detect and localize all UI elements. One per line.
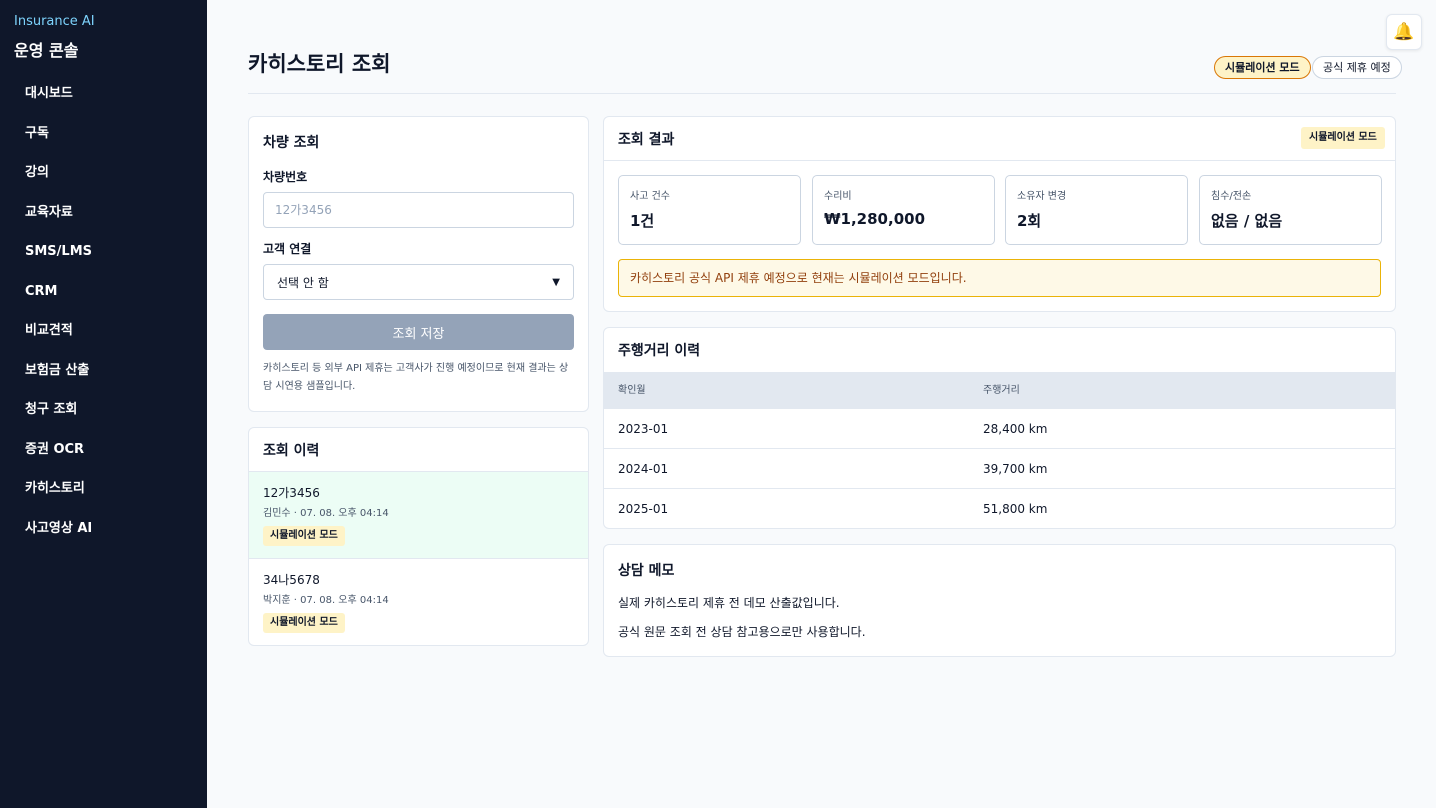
- history-item[interactable]: 34나5678 박지훈 · 07. 08. 오후 04:14 시뮬레이션 모드: [249, 558, 588, 645]
- history-mode-badge: 시뮬레이션 모드: [263, 613, 345, 633]
- consultation-memo-title: 상담 메모: [618, 563, 675, 579]
- sidebar-item-lectures[interactable]: 강의: [25, 164, 92, 204]
- cell-date: 2025-01: [618, 502, 669, 516]
- plate-number-label: 차량번호: [263, 170, 308, 184]
- stat-flood-total-loss: 침수/전손 없음 / 없음: [1199, 175, 1382, 245]
- stat-label: 사고 건수: [630, 191, 670, 202]
- sidebar-item-claim-calc[interactable]: 보험금 산출: [25, 362, 92, 402]
- history-plate: 34나5678: [263, 573, 320, 587]
- customer-link-label: 고객 연결: [263, 242, 312, 256]
- history-meta: 김민수 · 07. 08. 오후 04:14: [263, 508, 389, 519]
- history-item[interactable]: 12가3456 김민수 · 07. 08. 오후 04:14 시뮬레이션 모드: [249, 471, 588, 558]
- vehicle-lookup-card: 차량 조회 차량번호 고객 연결 선택 안 함 ▼ 조회 저장 카히스토리 등 …: [248, 116, 589, 412]
- sidebar-item-sms-lms[interactable]: SMS/LMS: [25, 243, 92, 283]
- history-plate: 12가3456: [263, 486, 320, 500]
- sidebar-item-subscription[interactable]: 구독: [25, 125, 92, 165]
- vehicle-lookup-title: 차량 조회: [263, 135, 320, 151]
- history-meta: 박지훈 · 07. 08. 오후 04:14: [263, 595, 389, 606]
- bell-icon: 🔔: [1393, 22, 1415, 42]
- stat-label: 침수/전손: [1211, 191, 1252, 202]
- save-lookup-button[interactable]: 조회 저장: [263, 314, 574, 350]
- brand-label: Insurance AI: [14, 14, 95, 29]
- sidebar-item-accident-video-ai[interactable]: 사고영상 AI: [25, 520, 92, 560]
- stat-value: 없음 / 없음: [1211, 212, 1283, 230]
- mileage-table-header: 확인월 주행거리: [604, 372, 1395, 409]
- stat-accident-count: 사고 건수 1건: [618, 175, 801, 245]
- stat-value: ₩1,280,000: [824, 210, 926, 228]
- notification-button[interactable]: 🔔: [1386, 14, 1422, 50]
- memo-line: 공식 원문 조회 전 상담 참고용으로만 사용합니다.: [618, 625, 866, 639]
- header-divider: [248, 93, 1396, 94]
- customer-select-value: 선택 안 함: [277, 275, 329, 290]
- column-header-mileage: 주행거리: [983, 385, 1020, 396]
- mileage-history-title: 주행거리 이력: [618, 343, 701, 359]
- stat-label: 수리비: [824, 191, 852, 202]
- cell-date: 2023-01: [618, 422, 669, 436]
- result-mode-badge: 시뮬레이션 모드: [1301, 127, 1385, 149]
- stat-label: 소유자 변경: [1017, 191, 1067, 202]
- lookup-history-card: 조회 이력 12가3456 김민수 · 07. 08. 오후 04:14 시뮬레…: [248, 427, 589, 646]
- official-partnership-badge: 공식 제휴 예정: [1312, 56, 1402, 79]
- lookup-history-title: 조회 이력: [263, 443, 320, 459]
- stat-owner-changes: 소유자 변경 2회: [1005, 175, 1188, 245]
- brand-title: 운영 콘솔: [14, 41, 79, 60]
- stat-repair-cost: 수리비 ₩1,280,000: [812, 175, 995, 245]
- plate-number-input[interactable]: [263, 192, 574, 228]
- history-mode-badge: 시뮬레이션 모드: [263, 526, 345, 546]
- sidebar-item-crm[interactable]: CRM: [25, 283, 92, 323]
- mileage-history-card: 주행거리 이력 확인월 주행거리 2023-01 28,400 km 2024-…: [603, 327, 1396, 529]
- result-divider: [604, 160, 1395, 161]
- lookup-result-card: 조회 결과 시뮬레이션 모드 사고 건수 1건 수리비 ₩1,280,000 소…: [603, 116, 1396, 312]
- lookup-result-title: 조회 결과: [618, 132, 675, 148]
- cell-mileage: 39,700 km: [983, 462, 1048, 476]
- sidebar-item-dashboard[interactable]: 대시보드: [25, 85, 92, 125]
- memo-line: 실제 카히스토리 제휴 전 데모 산출값입니다.: [618, 596, 840, 610]
- customer-select[interactable]: 선택 안 함 ▼: [263, 264, 574, 300]
- sidebar-item-policy-ocr[interactable]: 증권 OCR: [25, 441, 92, 481]
- sidebar-nav: 대시보드 구독 강의 교육자료 SMS/LMS CRM 비교견적 보험금 산출 …: [25, 85, 92, 559]
- sidebar-item-materials[interactable]: 교육자료: [25, 204, 92, 244]
- simulation-alert: 카히스토리 공식 API 제휴 예정으로 현재는 시뮬레이션 모드입니다.: [618, 259, 1381, 297]
- stat-value: 1건: [630, 212, 655, 230]
- cell-mileage: 51,800 km: [983, 502, 1048, 516]
- simulation-mode-badge: 시뮬레이션 모드: [1214, 56, 1311, 79]
- sidebar-item-claim-lookup[interactable]: 청구 조회: [25, 401, 92, 441]
- cell-date: 2024-01: [618, 462, 669, 476]
- chevron-down-icon: ▼: [552, 276, 560, 288]
- table-row: 2023-01 28,400 km: [604, 408, 1395, 448]
- table-row: 2024-01 39,700 km: [604, 448, 1395, 488]
- column-header-date: 확인월: [618, 385, 646, 396]
- lookup-note: 카히스토리 등 외부 API 제휴는 고객사가 진행 예정이므로 현재 결과는 …: [263, 363, 569, 392]
- page-title: 카히스토리 조회: [248, 52, 391, 76]
- table-row: 2025-01 51,800 km: [604, 488, 1395, 528]
- cell-mileage: 28,400 km: [983, 422, 1048, 436]
- sidebar-item-carhistory[interactable]: 카히스토리: [25, 480, 92, 520]
- sidebar: Insurance AI 운영 콘솔 대시보드 구독 강의 교육자료 SMS/L…: [0, 0, 207, 808]
- sidebar-item-quote-compare[interactable]: 비교견적: [25, 322, 92, 362]
- consultation-memo-card: 상담 메모 실제 카히스토리 제휴 전 데모 산출값입니다. 공식 원문 조회 …: [603, 544, 1396, 657]
- stat-value: 2회: [1017, 212, 1042, 230]
